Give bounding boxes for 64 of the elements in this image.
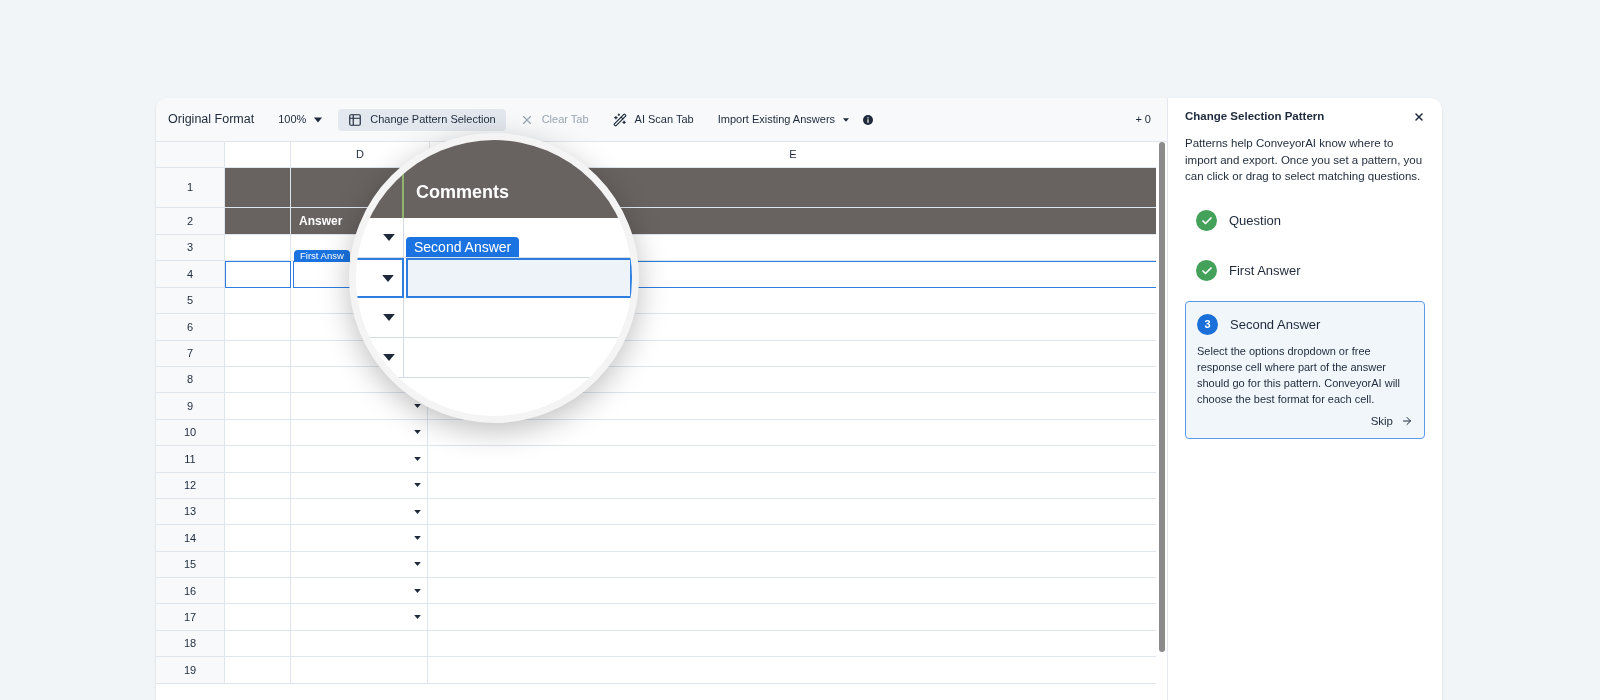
caret-icon (314, 116, 323, 123)
row-number[interactable]: 10 (156, 419, 225, 447)
row-number[interactable]: 9 (156, 393, 225, 420)
pattern-tag: Second Answer (406, 237, 520, 257)
counter: + 0 (1135, 112, 1151, 128)
caret-icon (414, 430, 421, 435)
row-number[interactable]: 4 (156, 261, 225, 288)
close-icon (1413, 110, 1425, 123)
column-header[interactable]: E (789, 146, 797, 163)
info-icon[interactable] (863, 114, 874, 125)
row-number[interactable]: 11 (156, 446, 225, 473)
row-number[interactable]: 6 (156, 314, 225, 341)
row-number[interactable]: 2 (156, 208, 225, 235)
toolbar-button[interactable]: Import Existing Answers (707, 108, 860, 131)
row-number[interactable]: 5 (156, 287, 225, 315)
corner-cell[interactable] (156, 142, 225, 167)
row-number[interactable]: 13 (156, 498, 225, 526)
caret-icon (414, 615, 421, 620)
step-item[interactable]: Question (1185, 196, 1425, 245)
caret-icon (414, 509, 421, 514)
row-number[interactable]: 17 (156, 604, 225, 631)
row-number[interactable]: 1 (156, 168, 225, 208)
column-header[interactable]: D (356, 146, 364, 163)
step-number: 3 (1197, 313, 1218, 335)
row-number[interactable]: 3 (156, 235, 225, 262)
pattern-tag: First Answ (294, 250, 350, 263)
panel-description: Patterns help ConveyorAI know where to import and export. Once you set a pattern, you can click or drag to select matching questions. (1185, 136, 1424, 185)
caret-icon (414, 536, 421, 540)
step-description: Select the options dropdown or free response cell where part of the answer should go for this pattern. ConveyorAI will choose the best format for each cell. (1197, 343, 1401, 407)
step-label: Question (1229, 212, 1282, 230)
step-card[interactable]: 3 Second Answer Select the options dropdown or free response cell where part of the answer should go for this pattern. ConveyorAI will choose the best format for each cell. Skip (1185, 300, 1425, 439)
skip-button[interactable]: Skip (1370, 412, 1413, 430)
caret-icon (382, 274, 394, 282)
row-number[interactable]: 12 (156, 472, 225, 499)
toolbar-button[interactable]: Change Pattern Selection (338, 108, 506, 131)
caret-icon (414, 404, 421, 409)
step-label: First Answer (1229, 262, 1301, 280)
caret-icon (414, 456, 421, 461)
close-button[interactable] (1413, 110, 1425, 123)
caret-icon (383, 354, 395, 361)
table-icon (348, 112, 363, 127)
caret-icon (843, 117, 850, 122)
magic-wand-icon (612, 112, 627, 127)
column-title: Comments (416, 181, 509, 204)
step-label: Second Answer (1230, 315, 1321, 334)
row-number[interactable]: 18 (156, 630, 225, 658)
arrow-right-icon (1401, 415, 1413, 428)
row-number[interactable]: 14 (156, 525, 225, 552)
row-number[interactable]: 15 (156, 551, 225, 579)
cell-text: Answer (299, 213, 343, 230)
caret-icon (414, 562, 421, 567)
toolbar-button[interactable]: AI Scan Tab (602, 108, 704, 131)
row-number[interactable]: 8 (156, 366, 225, 394)
zoom-dropdown[interactable]: 100% (270, 108, 331, 131)
panel-title: Change Selection Pattern (1185, 109, 1325, 124)
row-number[interactable]: 7 (156, 340, 225, 367)
scrollbar[interactable] (1158, 142, 1165, 652)
row-number[interactable]: 19 (156, 657, 225, 684)
toolbar-title: Original Format (167, 111, 256, 129)
step-item[interactable]: First Answer (1185, 246, 1425, 295)
caret-icon (383, 314, 395, 321)
caret-icon (414, 483, 421, 488)
caret-icon (414, 588, 421, 593)
row-number[interactable]: 16 (156, 578, 225, 605)
